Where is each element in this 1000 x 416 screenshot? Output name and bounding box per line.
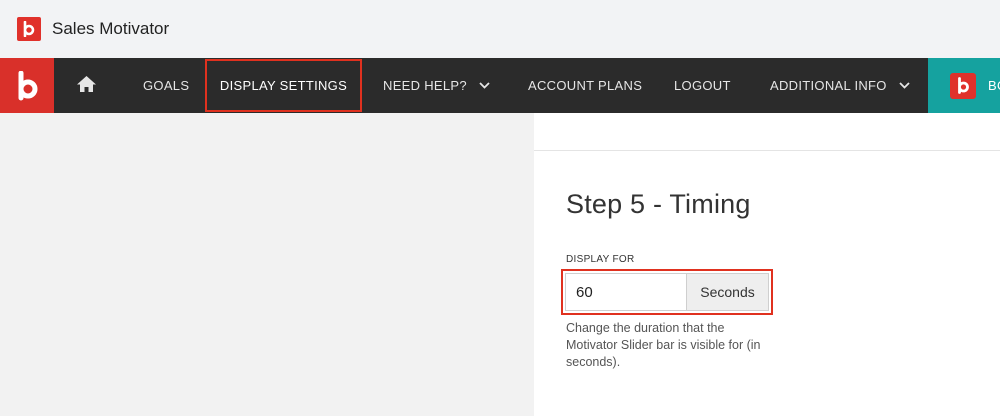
nav-additional-info[interactable]: ADDITIONAL INFO — [770, 58, 910, 113]
main-navbar: GOALS DISPLAY SETTINGS NEED HELP? ACCOUN… — [0, 58, 1000, 113]
settings-panel: Step 5 - Timing DISPLAY FOR Seconds Chan… — [534, 113, 1000, 416]
nav-logout[interactable]: LOGOUT — [674, 58, 731, 113]
display-for-label: DISPLAY FOR — [566, 254, 635, 265]
nav-home[interactable] — [76, 58, 97, 113]
seconds-addon: Seconds — [686, 273, 769, 311]
nav-need-help[interactable]: NEED HELP? — [383, 58, 490, 113]
app-title: Sales Motivator — [52, 19, 170, 38]
chevron-down-icon — [479, 82, 490, 89]
nav-brand-button[interactable]: BO — [928, 58, 1000, 113]
nav-account-plans[interactable]: ACCOUNT PLANS — [528, 58, 642, 113]
display-for-input-group: Seconds — [561, 269, 773, 315]
window-titlebar: Sales Motivator — [0, 0, 1000, 58]
b-logo-icon — [950, 72, 976, 99]
chevron-down-icon — [899, 82, 910, 89]
display-for-input[interactable] — [565, 273, 686, 311]
display-for-help: Change the duration that the Motivator S… — [566, 321, 761, 369]
nav-display-settings[interactable]: DISPLAY SETTINGS — [205, 59, 362, 112]
home-icon — [76, 75, 97, 96]
divider — [534, 150, 1000, 151]
nav-goals[interactable]: GOALS — [143, 58, 189, 113]
step-title: Step 5 - Timing — [566, 189, 751, 219]
app-logo-icon — [17, 17, 41, 41]
brand-logo-icon[interactable] — [0, 58, 54, 113]
